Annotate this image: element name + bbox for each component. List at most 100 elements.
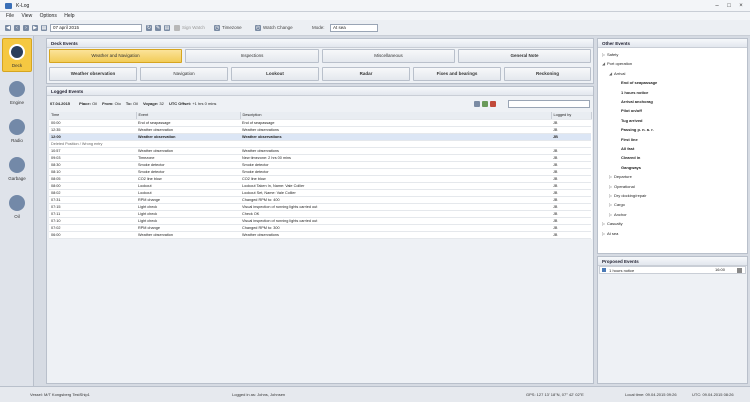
nav-radio[interactable]: Radio — [2, 114, 32, 148]
tree-item[interactable]: ▷ Dry docking/repair — [609, 192, 646, 199]
table-row[interactable]: 12:35 Weather observation Weather observat… — [49, 126, 591, 134]
tree-item[interactable]: Pilot on/off — [616, 107, 642, 114]
tree-item[interactable]: ▷ Operational — [609, 183, 635, 190]
nav-engine[interactable]: Engine — [2, 76, 32, 110]
compass-icon — [9, 44, 25, 60]
col-time[interactable]: Time — [49, 112, 137, 120]
menu-file[interactable]: File — [6, 12, 14, 20]
timezone-button[interactable]: Timezone — [222, 25, 242, 31]
tree-item[interactable]: ▷ Cargo — [609, 201, 625, 208]
deck-btn-weather-observation[interactable]: Weather observation — [49, 67, 137, 81]
menu-help[interactable]: Help — [64, 12, 74, 20]
table-row[interactable]: 08:00 Lookout Lookout Taken In, Name: Vale… — [49, 182, 591, 190]
col-logged-by[interactable]: Logged by — [551, 112, 592, 120]
tree-item[interactable]: All fast — [616, 145, 634, 152]
date-picker[interactable]: 07 april 2015 — [50, 24, 142, 32]
table-row[interactable]: 12:00 Weather observation Weather observat… — [49, 133, 591, 141]
maximize-icon[interactable]: □ — [724, 2, 734, 10]
table-cell-event: Light check — [136, 203, 240, 211]
table-cell-desc: Visual inspection of running lights carr… — [240, 203, 551, 211]
menu-view[interactable]: View — [21, 12, 32, 20]
tree-item[interactable]: Arrival anchorag — [616, 98, 653, 105]
refresh-icon[interactable]: ↻ — [146, 25, 152, 31]
table-row[interactable]: 08:30 Smoke detector Smoke detector JB — [49, 161, 591, 169]
table-row[interactable]: 09:03 Timezone New timezone: 2 hrs 00 mins… — [49, 154, 591, 162]
tree-item[interactable]: ▷ Safety — [602, 51, 618, 58]
col-description[interactable]: Description — [240, 112, 552, 120]
table-cell-desc: Smoke detector — [240, 168, 551, 176]
deck-btn-navigation[interactable]: Navigation — [140, 67, 228, 81]
print-icon[interactable]: ▤ — [164, 25, 170, 31]
nav-deck[interactable]: Deck — [2, 38, 32, 72]
table-row[interactable]: 07:31 RPM change Changed RPM to: 400 JB — [49, 196, 591, 204]
tree-item-label: Casualty — [607, 221, 623, 227]
forward-icon[interactable]: ▶ — [32, 25, 38, 31]
sign-watch-button[interactable]: Sign Watch — [182, 25, 205, 31]
prev-icon[interactable]: ‹ — [14, 25, 20, 31]
deck-events-title: Deck Events — [47, 39, 593, 48]
tree-item[interactable]: First line — [616, 136, 638, 143]
table-row[interactable]: 08:10 Smoke detector Smoke detector JB — [49, 168, 591, 176]
table-row[interactable]: 07:02 RPM change Changed RPM to: 300 JB — [49, 224, 591, 232]
table-cell-time: 00:00 — [49, 119, 136, 127]
table-row[interactable]: Deleted Position / Wrong entry — [49, 140, 591, 148]
deck-btn-inspections[interactable]: Inspections — [185, 49, 319, 63]
tree-item-label: Gangways — [621, 164, 642, 170]
deck-btn-general-note[interactable]: General Note — [458, 49, 591, 63]
print-icon[interactable] — [474, 101, 480, 107]
tree-item[interactable]: 1 hours notice — [616, 89, 648, 96]
tree-item[interactable]: Passing p. n. a. r. — [616, 126, 654, 133]
deck-btn-reckoning[interactable]: Reckoning — [504, 67, 591, 81]
tree-item[interactable]: Cleared in — [616, 154, 640, 161]
table-cell-desc: New timezone: 2 hrs 00 mins — [240, 154, 551, 162]
tree-item[interactable]: ▷ Casualty — [602, 220, 623, 227]
proposed-event-item[interactable]: 1 hours notice 16:00 — [599, 266, 746, 274]
tree-item-label: Pilot on/off — [621, 108, 642, 114]
mode-select[interactable]: At sea — [330, 24, 378, 32]
nav-oil[interactable]: Oil — [2, 190, 32, 224]
tree-item[interactable]: ▷ Departure — [609, 173, 632, 180]
table-cell-time: 08:30 — [49, 161, 136, 169]
table-row[interactable]: 08:05 CO2 line blow CO2 line blow JB — [49, 175, 591, 183]
next-icon[interactable]: › — [23, 25, 29, 31]
oil-drop-icon — [9, 195, 25, 211]
deck-btn-miscellaneous[interactable]: Miscellaneous — [322, 49, 455, 63]
deck-btn-weather-navigation[interactable]: Weather and Navigation — [49, 49, 182, 63]
table-row[interactable]: 08:02 Lookout Lookout Set, Name: Vale Coll… — [49, 189, 591, 197]
col-event[interactable]: Event — [136, 112, 241, 120]
tree-item[interactable]: ◢ Arrival — [609, 70, 625, 77]
table-cell-desc: Check OK — [240, 210, 551, 218]
tree-item[interactable]: ▷ At sea — [602, 230, 618, 237]
tree-item[interactable]: End of seapassage — [616, 79, 657, 86]
watch-change-button[interactable]: Watch Change — [263, 25, 293, 31]
deck-btn-radar[interactable]: Radar — [322, 67, 410, 81]
table-row[interactable]: 10:57 Weather observation Weather observat… — [49, 147, 591, 155]
dismiss-icon[interactable] — [737, 268, 742, 273]
deck-btn-lookout[interactable]: Lookout — [231, 67, 319, 81]
back-icon[interactable]: ◀ — [5, 25, 11, 31]
tree-item-label: Safety — [607, 52, 619, 57]
table-row[interactable]: 07:11 Light check Check OK JB — [49, 210, 591, 218]
window-title: K-Log — [16, 3, 30, 9]
table-row[interactable]: 07:15 Light check Visual inspection of run… — [49, 203, 591, 211]
toolbar: ◀ ‹ › ▶ ▦ 07 april 2015 ↻ ✎ ▤ Sign Watch… — [0, 20, 750, 36]
minimize-icon[interactable]: – — [712, 2, 722, 10]
menu-options[interactable]: Options — [40, 12, 57, 20]
table-row[interactable]: 07:10 Light check Visual inspection of run… — [49, 217, 591, 225]
place-value: Oil — [92, 101, 97, 106]
deck-btn-fixes-bearings[interactable]: Fixes and bearings — [413, 67, 501, 81]
delete-icon[interactable] — [490, 101, 496, 107]
calendar-icon[interactable]: ▦ — [41, 25, 47, 31]
table-cell-time: 12:00 — [49, 133, 136, 141]
export-icon[interactable] — [482, 101, 488, 107]
nav-garbage[interactable]: Garbage — [2, 152, 32, 186]
tree-item[interactable]: ◢ Port operation — [602, 60, 632, 67]
tree-item[interactable]: ▷ Anchor — [609, 211, 627, 218]
edit-icon[interactable]: ✎ — [155, 25, 161, 31]
tree-item[interactable]: Tug arrived — [616, 117, 643, 124]
tree-item[interactable]: Gangways — [616, 164, 641, 171]
search-input[interactable] — [508, 100, 590, 108]
table-row[interactable]: 00:00 End of seapassage End of seapassage J… — [49, 119, 591, 127]
table-row[interactable]: 06:00 Weather observation Weather observat… — [49, 231, 591, 239]
close-icon[interactable]: × — [736, 2, 746, 10]
